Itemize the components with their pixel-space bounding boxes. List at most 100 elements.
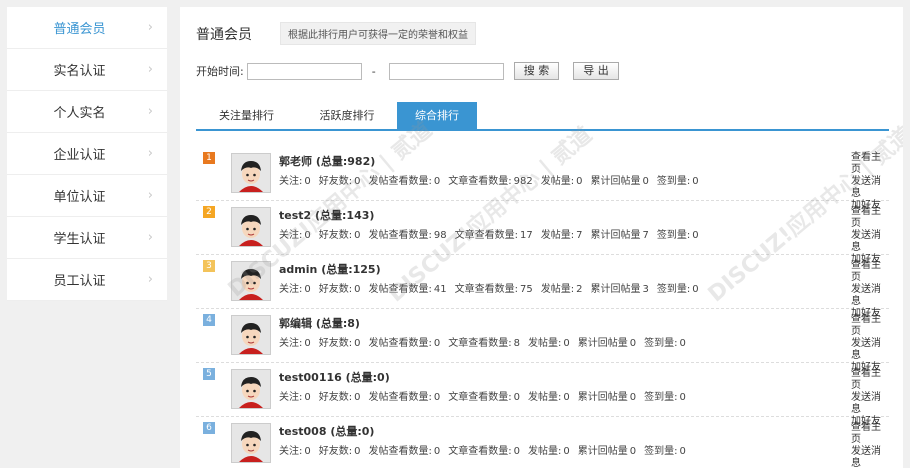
stat-friends: 好友数: 0 <box>319 284 361 295</box>
rank-badge: 5 <box>203 368 215 380</box>
stat-posts: 发帖量: 0 <box>528 446 570 457</box>
stat-views: 发帖查看数量: 0 <box>369 176 441 187</box>
sidebar-item-personal-realname[interactable]: 个人实名 › <box>7 91 167 133</box>
username[interactable]: 郭老师 (总量:982) <box>279 153 375 169</box>
sidebar-item-label: 学生认证 <box>53 232 106 247</box>
send-message-link[interactable]: 发送消息 <box>851 338 889 362</box>
stat-posts: 发帖量: 2 <box>541 284 583 295</box>
username[interactable]: test2 (总量:143) <box>279 207 374 223</box>
tab-follow-ranking[interactable]: 关注量排行 <box>196 102 297 129</box>
stat-value: 0 <box>513 392 520 403</box>
sidebar-item-regular-member[interactable]: 普通会员 › <box>7 7 167 49</box>
avatar[interactable] <box>231 315 271 355</box>
stat-value: 0 <box>679 446 686 457</box>
sidebar-item-organization-auth[interactable]: 单位认证 › <box>7 175 167 217</box>
stat-label: 签到量: <box>656 230 691 241</box>
view-homepage-link[interactable]: 查看主页 <box>851 152 889 176</box>
ranking-list: 1 郭老师 (总量:982) 关注: 0 好友数: 0 发帖查看数量: 0 文章查看数量: 9… <box>196 147 889 468</box>
filter-bar: 开始时间: - 搜 索 导 出 <box>196 62 619 80</box>
stat-value: 0 <box>629 392 637 403</box>
username[interactable]: test008 (总量:0) <box>279 423 374 439</box>
stat-article-views: 文章查看数量: 8 <box>448 338 520 349</box>
stat-article-views: 文章查看数量: 982 <box>448 176 532 187</box>
stat-value: 0 <box>679 392 686 403</box>
send-message-link[interactable]: 发送消息 <box>851 230 889 254</box>
stat-value: 0 <box>433 176 441 187</box>
view-homepage-link[interactable]: 查看主页 <box>851 260 889 284</box>
start-time-input[interactable] <box>246 62 362 80</box>
tab-overall-ranking[interactable]: 综合排行 <box>397 102 477 129</box>
search-button[interactable]: 搜 索 <box>513 62 560 80</box>
stat-follow: 关注: 0 <box>279 230 311 241</box>
table-row: 3 admin (总量:125) 关注: 0 好友数: 0 发帖查看数量: 41 文章查看数… <box>196 255 889 319</box>
stat-label: 发帖量: <box>540 230 575 241</box>
avatar-icon <box>232 154 270 192</box>
sidebar-item-label: 普通会员 <box>53 22 106 37</box>
stat-value: 0 <box>354 176 361 187</box>
stat-views: 发帖查看数量: 0 <box>369 392 441 403</box>
send-message-link[interactable]: 发送消息 <box>851 392 889 416</box>
chevron-right-icon: › <box>147 230 153 245</box>
stat-value: 0 <box>513 446 520 457</box>
stat-follow: 关注: 0 <box>279 392 311 403</box>
send-message-link[interactable]: 发送消息 <box>851 446 889 468</box>
stat-friends: 好友数: 0 <box>319 392 361 403</box>
avatar[interactable] <box>231 207 271 247</box>
stat-label: 累计回帖量 <box>590 176 641 187</box>
sidebar-item-realname-auth[interactable]: 实名认证 › <box>7 49 167 91</box>
stat-value: 0 <box>304 284 311 295</box>
stat-label: 发帖量: <box>528 338 562 349</box>
rank-badge: 4 <box>203 314 215 326</box>
stat-views: 发帖查看数量: 0 <box>369 446 441 457</box>
user-stats: 关注: 0 好友数: 0 发帖查看数量: 0 文章查看数量: 982 发帖量: 0 累计回帖量 0 签到… <box>279 172 707 187</box>
view-homepage-link[interactable]: 查看主页 <box>851 206 889 230</box>
stat-label: 好友数: <box>318 284 353 295</box>
view-homepage-link[interactable]: 查看主页 <box>851 314 889 338</box>
stat-label: 关注: <box>279 230 303 241</box>
user-actions: 查看主页 发送消息 加好友 <box>851 422 889 468</box>
rank-badge: 1 <box>203 152 215 164</box>
avatar-icon <box>232 208 270 246</box>
chevron-right-icon: › <box>147 146 153 161</box>
stat-value: 0 <box>354 446 361 457</box>
view-homepage-link[interactable]: 查看主页 <box>851 368 889 392</box>
stat-value: 17 <box>519 230 533 241</box>
stat-label: 发帖查看数量: <box>368 446 432 457</box>
sidebar-item-enterprise-auth[interactable]: 企业认证 › <box>7 133 167 175</box>
username[interactable]: admin (总量:125) <box>279 261 381 277</box>
stat-value: 0 <box>629 446 637 457</box>
view-homepage-link[interactable]: 查看主页 <box>851 422 889 446</box>
stat-label: 累计回帖量 <box>590 230 641 241</box>
avatar[interactable] <box>231 153 271 193</box>
send-message-link[interactable]: 发送消息 <box>851 284 889 308</box>
stat-value: 0 <box>642 176 649 187</box>
stat-value: 982 <box>513 176 533 187</box>
rank-badge: 2 <box>203 206 215 218</box>
avatar[interactable] <box>231 261 271 301</box>
username[interactable]: 郭编辑 (总量:8) <box>279 315 360 331</box>
sidebar-item-employee-auth[interactable]: 员工认证 › <box>7 259 167 301</box>
stat-value: 98 <box>433 230 447 241</box>
stat-value: 0 <box>433 338 441 349</box>
tab-activity-ranking[interactable]: 活跃度排行 <box>297 102 397 129</box>
stat-friends: 好友数: 0 <box>319 230 361 241</box>
stat-replies: 累计回帖量 0 <box>578 446 636 457</box>
stat-value: 0 <box>563 392 570 403</box>
sidebar-item-student-auth[interactable]: 学生认证 › <box>7 217 167 259</box>
username[interactable]: test00116 (总量:0) <box>279 369 390 385</box>
avatar[interactable] <box>231 369 271 409</box>
end-time-input[interactable] <box>388 62 504 80</box>
avatar-icon <box>232 262 270 300</box>
stat-replies: 累计回帖量 0 <box>590 176 648 187</box>
stat-friends: 好友数: 0 <box>319 176 361 187</box>
stat-value: 0 <box>576 176 583 187</box>
stat-replies: 累计回帖量 0 <box>578 392 636 403</box>
send-message-link[interactable]: 发送消息 <box>851 176 889 200</box>
sidebar-item-label: 单位认证 <box>53 190 106 205</box>
stat-replies: 累计回帖量 7 <box>590 230 648 241</box>
avatar[interactable] <box>231 423 271 463</box>
start-time-label: 开始时间: <box>196 65 244 78</box>
export-button[interactable]: 导 出 <box>573 62 619 80</box>
stat-label: 发帖量: <box>528 446 562 457</box>
stat-checkin: 签到量: 0 <box>644 446 686 457</box>
